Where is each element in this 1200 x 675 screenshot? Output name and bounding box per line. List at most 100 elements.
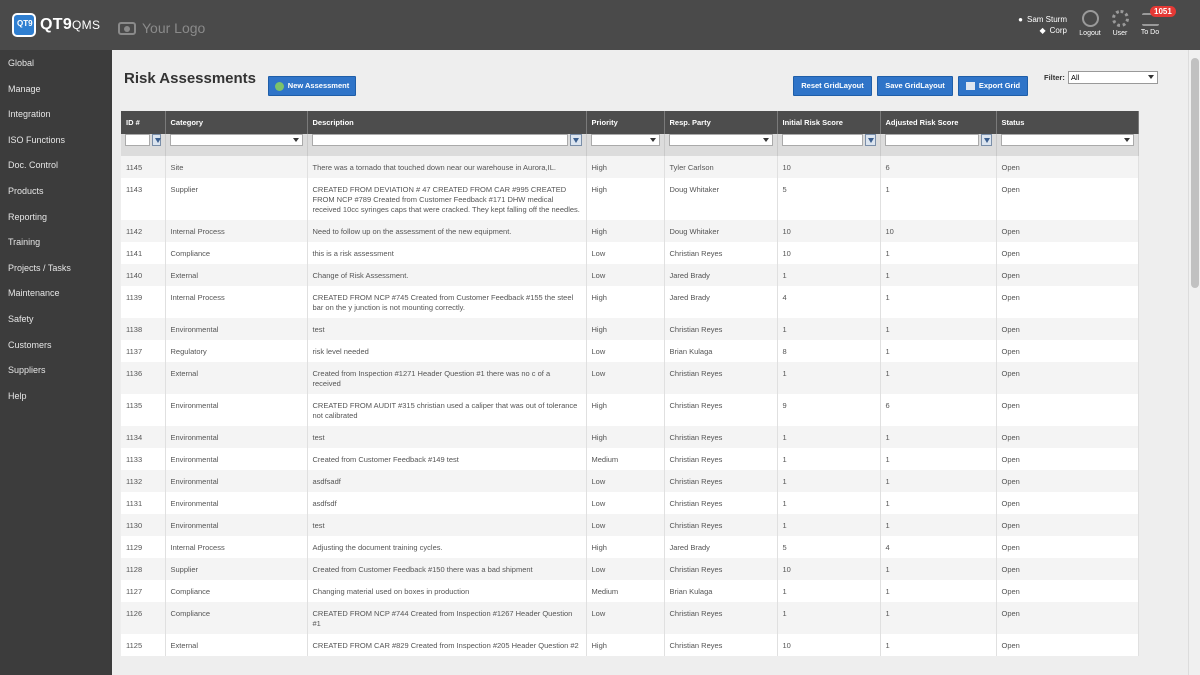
- column-header-id[interactable]: ID #: [121, 111, 166, 134]
- table-row[interactable]: 1135 Environmental CREATED FROM AUDIT #315…: [121, 394, 1139, 426]
- cell-adjusted-risk-score: 1: [880, 178, 997, 220]
- sidebar-item-manage[interactable]: Manage: [0, 77, 112, 103]
- qt9-logo-icon[interactable]: QT9: [12, 13, 36, 37]
- sidebar-item-training[interactable]: Training: [0, 230, 112, 256]
- table-row[interactable]: 1136 External Created from Inspection #127…: [121, 362, 1139, 394]
- cell-initial-risk-score: 1: [777, 426, 881, 448]
- table-row[interactable]: 1138 Environmental test High Christian Reyes…: [121, 318, 1139, 340]
- filter-icon[interactable]: [570, 134, 582, 146]
- table-row[interactable]: 1131 Environmental asdfsdf Low Christian Rey…: [121, 492, 1139, 514]
- cell-category: Environmental: [165, 448, 308, 470]
- adjusted-score-filter-input[interactable]: [884, 134, 979, 146]
- resp-party-filter-select[interactable]: [668, 134, 773, 146]
- column-header-priority[interactable]: Priority: [586, 111, 665, 134]
- filter-icon[interactable]: [151, 134, 161, 146]
- export-grid-button[interactable]: Export Grid: [958, 76, 1028, 96]
- app-logo-text[interactable]: QT9QMS: [40, 16, 100, 34]
- filter-icon[interactable]: [980, 134, 992, 146]
- filter-icon[interactable]: [864, 134, 876, 146]
- logout-button[interactable]: Logout: [1075, 10, 1105, 37]
- cell-status: Open: [996, 220, 1139, 242]
- column-header-adjusted-risk-score[interactable]: Adjusted Risk Score: [880, 111, 997, 134]
- cell-id: 1129: [121, 536, 166, 558]
- cell-resp-party: Christian Reyes: [664, 602, 778, 634]
- column-header-category[interactable]: Category: [165, 111, 308, 134]
- new-assessment-button[interactable]: New Assessment: [268, 76, 356, 96]
- table-row[interactable]: 1141 Compliance this is a risk assessment L…: [121, 242, 1139, 264]
- filter-select[interactable]: All: [1068, 71, 1158, 84]
- column-header-status[interactable]: Status: [996, 111, 1139, 134]
- cell-status: Open: [996, 558, 1139, 580]
- cell-id: 1143: [121, 178, 166, 220]
- your-logo-placeholder: Your Logo: [118, 20, 205, 36]
- cell-id: 1127: [121, 580, 166, 602]
- page-title: Risk Assessments: [124, 70, 257, 87]
- cell-adjusted-risk-score: 1: [880, 470, 997, 492]
- cell-category: Internal Process: [165, 286, 308, 318]
- scrollbar-thumb[interactable]: [1191, 58, 1199, 288]
- table-row[interactable]: 1133 Environmental Created from Customer F…: [121, 448, 1139, 470]
- table-row[interactable]: 1129 Internal Process Adjusting the docume…: [121, 536, 1139, 558]
- table-row[interactable]: 1140 External Change of Risk Assessment. Lo…: [121, 264, 1139, 286]
- table-row[interactable]: 1125 External CREATED FROM CAR #829 Create…: [121, 634, 1139, 656]
- cell-status: Open: [996, 634, 1139, 656]
- table-row[interactable]: 1137 Regulatory risk level needed Low Brian …: [121, 340, 1139, 362]
- cell-priority: High: [586, 286, 665, 318]
- sidebar-item-customers[interactable]: Customers: [0, 333, 112, 359]
- cell-category: Supplier: [165, 558, 308, 580]
- cell-id: 1141: [121, 242, 166, 264]
- cell-initial-risk-score: 9: [777, 394, 881, 426]
- save-gridlayout-button[interactable]: Save GridLayout: [877, 76, 953, 96]
- table-row[interactable]: 1145 Site There was a tornado that touched…: [121, 156, 1139, 178]
- table-row[interactable]: 1139 Internal Process CREATED FROM NCP #74…: [121, 286, 1139, 318]
- sidebar-item-safety[interactable]: Safety: [0, 307, 112, 333]
- table-row[interactable]: 1126 Compliance CREATED FROM NCP #744 Crea…: [121, 602, 1139, 634]
- sidebar-item-integration[interactable]: Integration: [0, 102, 112, 128]
- cell-adjusted-risk-score: 1: [880, 340, 997, 362]
- sidebar-item-projects-tasks[interactable]: Projects / Tasks: [0, 256, 112, 282]
- table-row[interactable]: 1128 Supplier Created from Customer Feedba…: [121, 558, 1139, 580]
- table-row[interactable]: 1130 Environmental test Low Christian Reyes 1…: [121, 514, 1139, 536]
- cell-id: 1138: [121, 318, 166, 340]
- cell-resp-party: Brian Kulaga: [664, 580, 778, 602]
- cell-priority: Medium: [586, 580, 665, 602]
- cell-priority: Low: [586, 242, 665, 264]
- cell-description: test: [307, 426, 587, 448]
- cell-initial-risk-score: 1: [777, 448, 881, 470]
- cell-category: Environmental: [165, 426, 308, 448]
- cell-resp-party: Christian Reyes: [664, 492, 778, 514]
- cell-description: Need to follow up on the assessment of t…: [307, 220, 587, 242]
- sidebar-item-help[interactable]: Help: [0, 384, 112, 410]
- table-row[interactable]: 1142 Internal Process Need to follow up on…: [121, 220, 1139, 242]
- sidebar-item-products[interactable]: Products: [0, 179, 112, 205]
- cell-category: Supplier: [165, 178, 308, 220]
- user-button[interactable]: User: [1105, 10, 1135, 37]
- id-filter-input[interactable]: [125, 134, 150, 146]
- table-row[interactable]: 1134 Environmental test High Christian Reyes…: [121, 426, 1139, 448]
- sidebar-item-suppliers[interactable]: Suppliers: [0, 358, 112, 384]
- sidebar-item-iso-functions[interactable]: ISO Functions: [0, 128, 112, 154]
- reset-gridlayout-button[interactable]: Reset GridLayout: [793, 76, 872, 96]
- sidebar-item-doc-control[interactable]: Doc. Control: [0, 153, 112, 179]
- sidebar-item-reporting[interactable]: Reporting: [0, 205, 112, 231]
- category-filter-select[interactable]: [169, 134, 303, 146]
- table-row[interactable]: 1127 Compliance Changing material used on …: [121, 580, 1139, 602]
- column-header-initial-risk-score[interactable]: Initial Risk Score: [777, 111, 881, 134]
- chevron-down-icon: [1123, 138, 1130, 142]
- description-filter-input[interactable]: [311, 134, 568, 146]
- cell-status: Open: [996, 156, 1139, 178]
- sidebar-item-maintenance[interactable]: Maintenance: [0, 281, 112, 307]
- cell-adjusted-risk-score: 1: [880, 514, 997, 536]
- sidebar-item-global[interactable]: Global: [0, 51, 112, 77]
- cell-priority: High: [586, 426, 665, 448]
- column-header-description[interactable]: Description: [307, 111, 587, 134]
- initial-score-filter-input[interactable]: [781, 134, 863, 146]
- cell-priority: Low: [586, 602, 665, 634]
- page-scrollbar[interactable]: [1188, 50, 1200, 675]
- priority-filter-select[interactable]: [590, 134, 660, 146]
- table-row[interactable]: 1132 Environmental asdfsadf Low Christian Re…: [121, 470, 1139, 492]
- column-header-resp-party[interactable]: Resp. Party: [664, 111, 778, 134]
- table-row[interactable]: 1143 Supplier CREATED FROM DEVIATION # 47 …: [121, 178, 1139, 220]
- status-filter-select[interactable]: [1000, 134, 1134, 146]
- cell-resp-party: Christian Reyes: [664, 558, 778, 580]
